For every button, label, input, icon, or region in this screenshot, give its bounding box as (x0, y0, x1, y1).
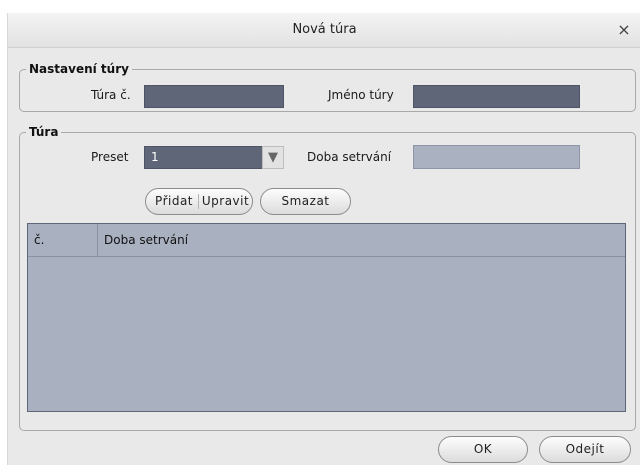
tour-name-label: Jméno túry (328, 88, 394, 102)
edit-button[interactable]: Upravit (199, 189, 252, 214)
tour-settings-legend: Nastavení túry (29, 62, 129, 76)
tour-number-label: Túra č. (91, 88, 131, 102)
dwell-time-label: Doba setrvání (307, 150, 392, 164)
preset-select[interactable]: 1 (144, 146, 263, 169)
new-tour-dialog: Nová túra × Nastavení túry Túra č. Jméno… (7, 13, 640, 465)
dialog-title: Nová túra (292, 22, 357, 37)
tour-table[interactable]: č. Doba setrvání (27, 223, 626, 412)
table-header: č. Doba setrvání (28, 224, 625, 257)
tour-number-field[interactable] (144, 85, 284, 108)
column-header-number: č. (34, 233, 45, 247)
tour-legend: Túra (29, 125, 59, 139)
dwell-time-field[interactable] (413, 145, 580, 169)
add-edit-button-group: Přidat Upravit (145, 188, 253, 215)
add-button[interactable]: Přidat (146, 189, 198, 214)
tour-name-field[interactable] (413, 85, 580, 108)
exit-button[interactable]: Odejít (539, 436, 631, 463)
ok-button[interactable]: OK (438, 436, 528, 463)
delete-button[interactable]: Smazat (260, 188, 351, 215)
preset-label: Preset (91, 150, 129, 164)
close-icon[interactable]: × (613, 19, 635, 41)
title-bar: Nová túra × (8, 13, 640, 48)
column-header-dwell-time: Doba setrvání (104, 233, 189, 247)
triangle-down-icon[interactable]: ▼ (262, 146, 284, 169)
